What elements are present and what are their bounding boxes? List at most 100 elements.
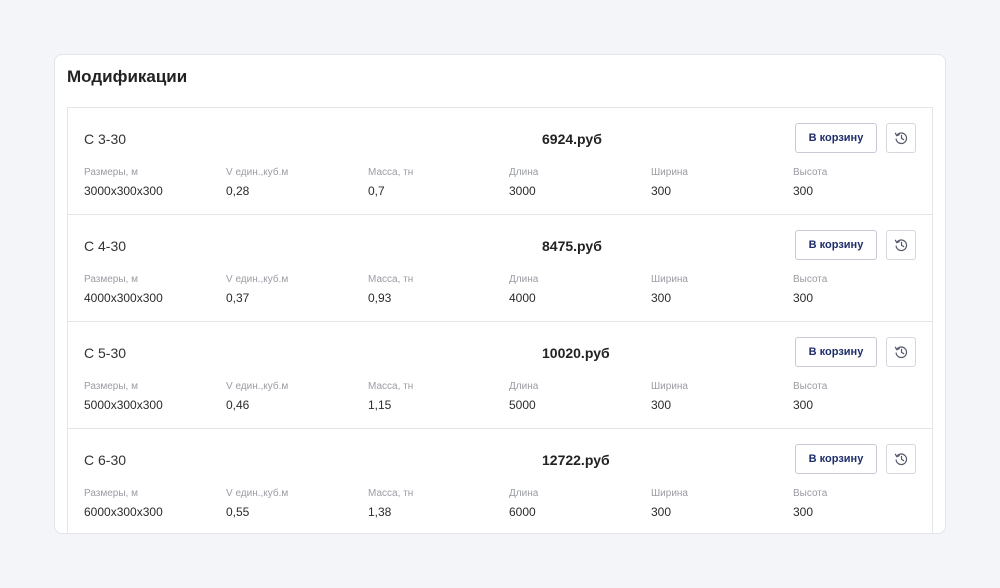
attribute-label: Высота xyxy=(793,274,828,285)
attribute-length: Длина 3000 xyxy=(509,166,649,199)
attribute-width: Ширина 300 xyxy=(651,487,791,520)
attribute-mass: Масса, тн 1,38 xyxy=(368,487,508,520)
attribute-value: 0,55 xyxy=(226,505,250,519)
attribute-mass: Масса, тн 1,15 xyxy=(368,380,508,413)
attribute-value: 0,28 xyxy=(226,184,250,198)
attribute-unit-volume: V един.,куб.м 0,28 xyxy=(226,166,366,199)
history-button[interactable] xyxy=(886,337,916,367)
attribute-width: Ширина 300 xyxy=(651,380,791,413)
modification-price: 10020.руб xyxy=(542,345,610,361)
attribute-dimensions: Размеры, м 4000х300х300 xyxy=(84,273,224,306)
add-to-cart-button[interactable]: В корзину xyxy=(795,123,877,153)
attribute-label: Ширина xyxy=(651,381,688,392)
add-to-cart-button[interactable]: В корзину xyxy=(795,444,877,474)
modification-price: 6924.руб xyxy=(542,131,602,147)
attribute-label: Ширина xyxy=(651,274,688,285)
attribute-value: 300 xyxy=(793,505,814,519)
attribute-value: 300 xyxy=(793,184,814,198)
attribute-label: Высота xyxy=(793,167,828,178)
attribute-value: 6000 xyxy=(509,505,536,519)
modification-row: С 4-30 8475.руб В корзину Размеры, м 4000… xyxy=(68,215,932,322)
attribute-value: 0,37 xyxy=(226,291,250,305)
attribute-value: 6000х300х300 xyxy=(84,505,163,519)
attribute-mass: Масса, тн 0,93 xyxy=(368,273,508,306)
attribute-label: Ширина xyxy=(651,167,688,178)
attribute-length: Длина 6000 xyxy=(509,487,649,520)
attribute-height: Высота 300 xyxy=(793,273,933,306)
history-icon xyxy=(894,453,908,466)
history-icon xyxy=(894,132,908,145)
attribute-value: 1,15 xyxy=(368,398,392,412)
attribute-value: 3000х300х300 xyxy=(84,184,163,198)
history-button[interactable] xyxy=(886,123,916,153)
attributes: Размеры, м 3000х300х300 V един.,куб.м 0,28 М… xyxy=(84,166,924,202)
attribute-width: Ширина 300 xyxy=(651,273,791,306)
add-to-cart-button[interactable]: В корзину xyxy=(795,230,877,260)
attribute-height: Высота 300 xyxy=(793,380,933,413)
attribute-height: Высота 300 xyxy=(793,487,933,520)
modification-name: С 6-30 xyxy=(84,452,127,468)
attribute-value: 300 xyxy=(793,291,814,305)
history-button[interactable] xyxy=(886,230,916,260)
attribute-label: Размеры, м xyxy=(84,381,138,392)
attributes: Размеры, м 4000х300х300 V един.,куб.м 0,37 М… xyxy=(84,273,924,309)
attribute-value: 5000х300х300 xyxy=(84,398,163,412)
attribute-value: 4000х300х300 xyxy=(84,291,163,305)
attribute-value: 300 xyxy=(651,398,672,412)
attribute-label: Масса, тн xyxy=(368,274,414,285)
attribute-label: Высота xyxy=(793,381,828,392)
history-button[interactable] xyxy=(886,444,916,474)
attribute-value: 0,93 xyxy=(368,291,392,305)
attribute-label: V един.,куб.м xyxy=(226,488,289,499)
attribute-label: Масса, тн xyxy=(368,167,414,178)
modification-row: С 6-30 12722.руб В корзину Размеры, м 600… xyxy=(68,429,932,533)
attributes: Размеры, м 6000х300х300 V един.,куб.м 0,55 М… xyxy=(84,487,924,523)
attributes: Размеры, м 5000х300х300 V един.,куб.м 0,46 М… xyxy=(84,380,924,416)
attribute-label: V един.,куб.м xyxy=(226,167,289,178)
attribute-value: 5000 xyxy=(509,398,536,412)
modification-price: 12722.руб xyxy=(542,452,610,468)
modifications-list: С 3-30 6924.руб В корзину Размеры, м 3000… xyxy=(67,107,933,533)
attribute-dimensions: Размеры, м 3000х300х300 xyxy=(84,166,224,199)
section-title: Модификации xyxy=(67,67,188,86)
modifications-card: Модификации С 3-30 6924.руб В корзину Ра… xyxy=(54,54,946,534)
attribute-width: Ширина 300 xyxy=(651,166,791,199)
modification-row: С 5-30 10020.руб В корзину Размеры, м 500… xyxy=(68,322,932,429)
attribute-dimensions: Размеры, м 5000х300х300 xyxy=(84,380,224,413)
modification-name: С 5-30 xyxy=(84,345,127,361)
attribute-value: 0,7 xyxy=(368,184,385,198)
attribute-value: 300 xyxy=(651,291,672,305)
modification-price: 8475.руб xyxy=(542,238,602,254)
attribute-unit-volume: V един.,куб.м 0,37 xyxy=(226,273,366,306)
add-to-cart-button[interactable]: В корзину xyxy=(795,337,877,367)
modification-name: С 3-30 xyxy=(84,131,127,147)
attribute-label: Ширина xyxy=(651,488,688,499)
attribute-value: 300 xyxy=(793,398,814,412)
attribute-label: V един.,куб.м xyxy=(226,381,289,392)
attribute-mass: Масса, тн 0,7 xyxy=(368,166,508,199)
modification-row: С 3-30 6924.руб В корзину Размеры, м 3000… xyxy=(68,108,932,215)
attribute-value: 4000 xyxy=(509,291,536,305)
attribute-height: Высота 300 xyxy=(793,166,933,199)
attribute-label: V един.,куб.м xyxy=(226,274,289,285)
attribute-value: 300 xyxy=(651,184,672,198)
history-icon xyxy=(894,239,908,252)
attribute-label: Масса, тн xyxy=(368,488,414,499)
attribute-label: Длина xyxy=(509,488,539,499)
attribute-label: Размеры, м xyxy=(84,167,138,178)
modification-name: С 4-30 xyxy=(84,238,127,254)
attribute-unit-volume: V един.,куб.м 0,55 xyxy=(226,487,366,520)
attribute-value: 0,46 xyxy=(226,398,250,412)
attribute-length: Длина 5000 xyxy=(509,380,649,413)
attribute-label: Размеры, м xyxy=(84,488,138,499)
attribute-label: Длина xyxy=(509,381,539,392)
attribute-unit-volume: V един.,куб.м 0,46 xyxy=(226,380,366,413)
attribute-label: Размеры, м xyxy=(84,274,138,285)
attribute-value: 300 xyxy=(651,505,672,519)
attribute-value: 1,38 xyxy=(368,505,392,519)
history-icon xyxy=(894,346,908,359)
attribute-label: Высота xyxy=(793,488,828,499)
attribute-value: 3000 xyxy=(509,184,536,198)
attribute-dimensions: Размеры, м 6000х300х300 xyxy=(84,487,224,520)
attribute-label: Длина xyxy=(509,274,539,285)
